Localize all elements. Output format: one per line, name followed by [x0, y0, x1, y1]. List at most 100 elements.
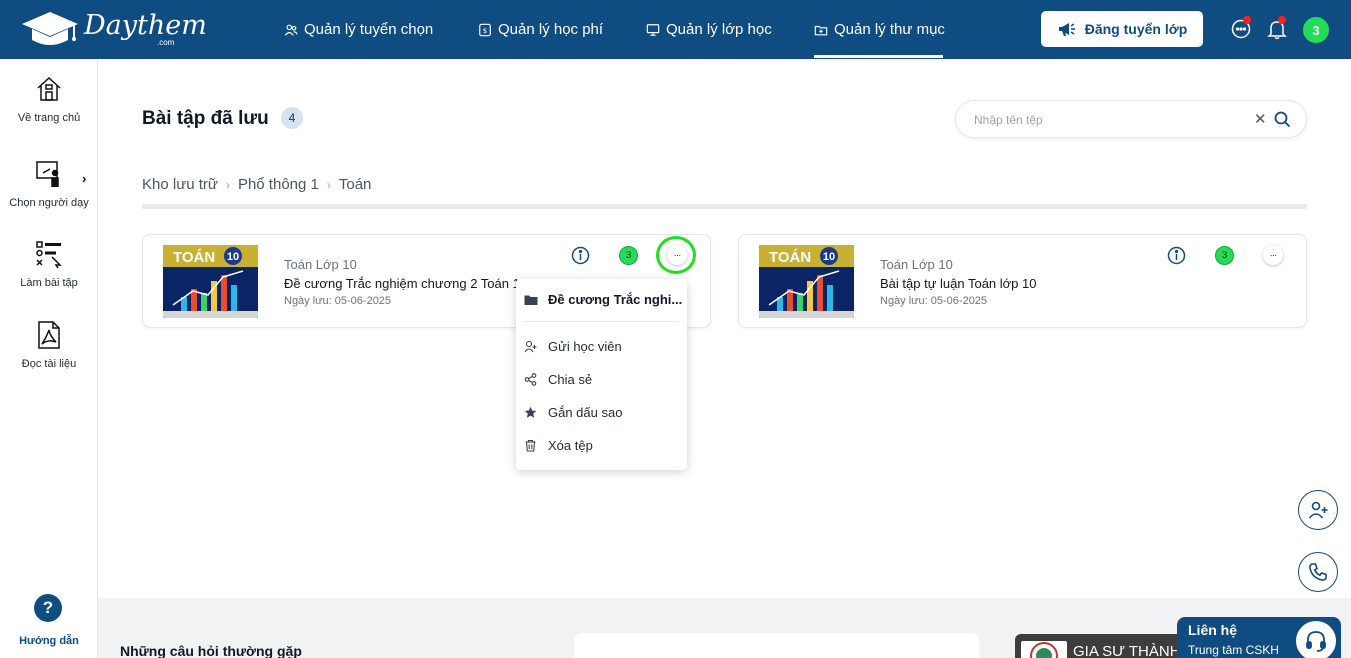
more-options-icon[interactable]: ··· [667, 245, 687, 265]
menu-item-label: Xóa tệp [548, 438, 593, 453]
info-icon[interactable] [1167, 246, 1186, 265]
brand-logo[interactable]: Daythem [20, 10, 207, 48]
nav-recruitment[interactable]: Quản lý tuyển chọn [284, 0, 433, 59]
nav-label: Quản lý học phí [498, 21, 604, 38]
nav-folders[interactable]: Quản lý thư mục [814, 0, 945, 59]
promo-logo [1021, 641, 1067, 658]
context-menu: Đề cương Trắc nghi... Gửi học viên Chia … [516, 279, 687, 470]
file-subject: Toán Lớp 10 [284, 257, 357, 272]
menu-divider [525, 321, 678, 322]
page-title: Bài tập đã lưu [142, 108, 269, 129]
nav-tuition[interactable]: $ Quản lý học phí [478, 0, 603, 59]
promo-banner[interactable]: GIA SƯ THÀNH [1015, 634, 1185, 658]
megaphone-icon [1058, 23, 1075, 36]
nav-label: Quản lý tuyển chọn [304, 21, 434, 38]
menu-item-label: Chia sẻ [548, 372, 593, 387]
menu-item-share[interactable]: Chia sẻ [524, 372, 592, 387]
share-icon [524, 373, 537, 386]
call-button[interactable] [1298, 552, 1338, 592]
breadcrumb: Kho lưu trữ › Phổ thông 1 › Toán [142, 176, 371, 193]
menu-item-star[interactable]: Gắn dấu sao [524, 405, 622, 420]
thumbnail-grade: 10 [227, 251, 239, 263]
chevron-right-icon[interactable]: › [82, 171, 86, 186]
file-saved-date: Ngày lưu: 05-06-2025 [284, 295, 392, 307]
saved-count-badge: 4 [281, 107, 303, 129]
svg-text:$: $ [483, 27, 487, 35]
chat-notification-dot [1243, 16, 1251, 24]
menu-item-label: Gắn dấu sao [548, 405, 623, 420]
phone-icon [1309, 563, 1327, 581]
teacher-board-icon [36, 161, 59, 187]
menu-item-label: Gửi học viên [548, 339, 622, 354]
breadcrumb-separator: › [225, 177, 230, 192]
folder-plus-icon [814, 25, 828, 35]
file-thumbnail: TOÁN 10 [163, 245, 258, 318]
search-input[interactable] [974, 110, 1244, 130]
nav-active-indicator [814, 55, 943, 58]
top-navbar: Daythem .com Quản lý tuyển chọn $ Quản l… [0, 0, 1351, 59]
help-button[interactable]: ? [34, 594, 62, 622]
clear-search-icon[interactable]: ✕ [1254, 110, 1267, 128]
faq-card [574, 633, 979, 658]
post-class-label: Đăng tuyển lớp [1084, 21, 1188, 37]
trash-icon [525, 439, 536, 452]
info-icon[interactable] [571, 246, 590, 265]
sidebar-item-label: Làm bài tập [20, 277, 78, 289]
folder-icon [524, 295, 538, 305]
user-avatar[interactable]: 3 [1303, 17, 1329, 43]
exercise-icon [36, 241, 62, 269]
monitor-icon [646, 23, 660, 36]
breadcrumb-separator: › [326, 177, 331, 192]
faq-title: Những câu hỏi thường gặp [120, 643, 302, 658]
brand-name: Daythem [84, 9, 207, 41]
breadcrumb-divider [142, 204, 1307, 209]
breadcrumb-item[interactable]: Kho lưu trữ [142, 176, 218, 193]
sidebar-item-exercises[interactable]: Làm bài tập [0, 239, 98, 289]
sidebar-item-label: Chọn người dạy [9, 197, 89, 209]
headset-button[interactable] [1294, 619, 1338, 658]
menu-item-send-students[interactable]: Gửi học viên [524, 339, 622, 354]
nav-label: Quản lý lớp học [666, 21, 772, 38]
breadcrumb-item[interactable]: Phổ thông 1 [238, 176, 319, 193]
breadcrumb-item[interactable]: Toán [339, 176, 372, 193]
thumbnail-title: TOÁN [769, 249, 811, 266]
sidebar-item-label: Về trang chủ [17, 112, 81, 124]
contact-title: Liên hệ [1188, 622, 1238, 638]
graduation-cap-icon [22, 12, 78, 45]
sidebar-item-home[interactable]: Về trang chủ [0, 74, 98, 124]
star-icon [524, 406, 537, 418]
headset-icon [1306, 631, 1326, 652]
user-plus-icon [1308, 501, 1328, 519]
nav-classes[interactable]: Quản lý lớp học [646, 0, 772, 59]
context-menu-file-name: Đề cương Trắc nghi... [548, 292, 683, 307]
context-menu-header: Đề cương Trắc nghi... [524, 292, 682, 307]
brand-sub: .com [157, 38, 175, 47]
sidebar-item-documents[interactable]: Đọc tài liệu [0, 320, 98, 370]
user-plus-icon [524, 340, 537, 353]
thumbnail-grade: 10 [823, 251, 835, 263]
help-label[interactable]: Hướng dẫn [0, 635, 98, 647]
thumbnail-title: TOÁN [173, 249, 215, 266]
money-icon: $ [479, 23, 491, 36]
more-options-icon[interactable]: ··· [1263, 245, 1283, 265]
file-thumbnail: TOÁN 10 [759, 245, 854, 318]
file-subject: Toán Lớp 10 [880, 257, 953, 272]
sidebar: Về trang chủ Chọn người dạy › Làm bài tậ… [0, 59, 98, 658]
nav-label: Quản lý thư mục [834, 21, 945, 38]
search-icon[interactable] [1274, 111, 1291, 128]
share-count-badge: 3 [619, 246, 638, 265]
file-card[interactable]: TOÁN 10 Toán Lớp 10 Bài tập tự luận Toán… [738, 234, 1307, 328]
add-user-button[interactable] [1298, 490, 1338, 530]
file-title[interactable]: Bài tập tự luận Toán lớp 10 [880, 276, 1120, 291]
sidebar-item-label: Đọc tài liệu [21, 358, 77, 370]
promo-text: GIA SƯ THÀNH [1073, 643, 1181, 658]
pdf-icon [38, 321, 60, 349]
search-box: ✕ [955, 100, 1307, 138]
post-class-button[interactable]: Đăng tuyển lớp [1041, 11, 1203, 47]
contact-subtitle: Trung tâm CSKH [1188, 643, 1279, 657]
file-saved-date: Ngày lưu: 05-06-2025 [880, 295, 988, 307]
bell-notification-dot [1278, 16, 1286, 24]
file-title[interactable]: Đề cương Trắc nghiệm chương 2 Toán 10 [284, 276, 524, 291]
home-icon [37, 76, 61, 101]
menu-item-delete[interactable]: Xóa tệp [524, 438, 593, 453]
